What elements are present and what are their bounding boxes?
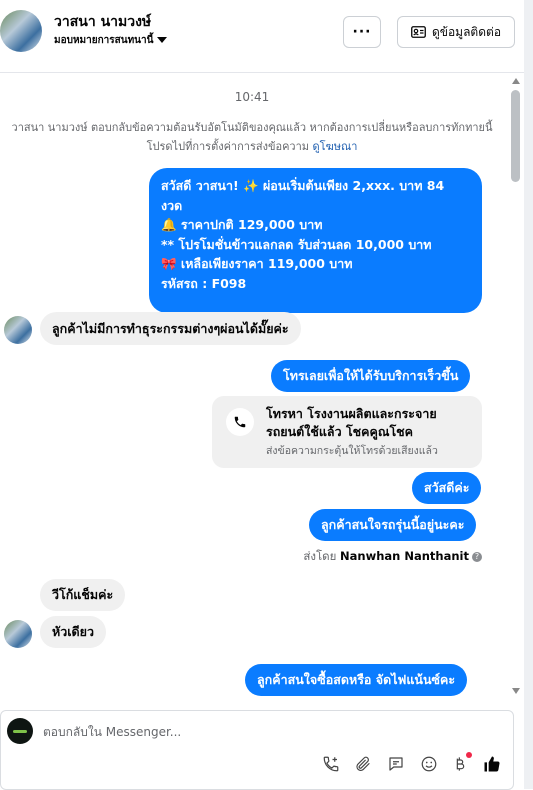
promo-line: 🔔 ราคาปกติ 129,000 บาท	[161, 217, 323, 232]
right-edge	[524, 0, 533, 789]
auto-reply-notice: วาสนา นามวงษ์ ตอบกลับข้อความต้อนรับอัตโน…	[0, 118, 504, 156]
view-contact-label: ดูข้อมูลติดต่อ	[431, 24, 502, 39]
incoming-message[interactable]: ลูกค้าไม่มีการทำธุระกรรมต่างๆผ่อนได้มั๊ย…	[40, 312, 301, 345]
contact-card-icon	[411, 26, 426, 38]
promo-line: 🎀 เหลือเพียงราคา 119,000 บาท	[161, 256, 353, 271]
phone-plus-icon[interactable]	[320, 753, 342, 775]
thumbs-up-icon[interactable]	[481, 753, 503, 775]
incoming-message[interactable]: วีโก้แช็มค่ะ	[40, 579, 126, 611]
scroll-up-arrow[interactable]	[512, 78, 520, 84]
outgoing-message[interactable]: ลูกค้าสนใจซื้อสดหรือ จัดไฟแน้นซ์คะ	[245, 664, 468, 696]
contact-avatar-small[interactable]	[4, 620, 32, 648]
notification-dot	[466, 752, 472, 758]
view-contact-button[interactable]: ดูข้อมูลติดต่อ	[397, 16, 515, 48]
more-options-button[interactable]: ···	[343, 16, 381, 48]
message-composer: ตอบกลับใน Messenger...	[0, 710, 514, 790]
promo-line: งวด	[161, 197, 183, 213]
contact-avatar[interactable]	[0, 10, 42, 52]
notice-text: วาสนา นามวงษ์ ตอบกลับข้อความต้อนรับอัตโน…	[11, 121, 493, 153]
reply-input[interactable]: ตอบกลับใน Messenger...	[43, 723, 181, 742]
outgoing-promo-message[interactable]: สวัสดี วาสนา! ✨ ผ่อนเริ่มต้นเพียง 2,xxx.…	[149, 168, 482, 313]
page-avatar	[7, 718, 33, 744]
message-timestamp: 10:41	[234, 90, 270, 104]
assign-label: มอบหมายการสนทนานี้	[54, 35, 154, 46]
promo-line: ** โปรโมชั่นข้าวแลกลด รับส่วนลด 10,000 บ…	[161, 236, 432, 252]
saved-reply-icon[interactable]	[385, 753, 407, 775]
help-icon[interactable]: ?	[472, 551, 482, 562]
outgoing-message[interactable]: ลูกค้าสนใจรถรุ่นนี้อยู่นะคะ	[309, 509, 477, 541]
promo-line: สวัสดี วาสนา! ✨ ผ่อนเริ่มต้นเพียง 2,xxx.…	[161, 178, 445, 193]
call-card-title: โทรหา โรงงานผลิตและกระจายรถยนต์ใช้แล้ว โ…	[266, 406, 437, 439]
call-card-subtitle: ส่งข้อความกระตุ้นให้โทรด้วยเสียงแล้ว	[266, 445, 438, 457]
caret-down-icon	[157, 37, 168, 43]
promo-line: รหัสรถ : F098	[161, 275, 247, 291]
contact-avatar-small[interactable]	[4, 316, 32, 344]
incoming-message[interactable]: หัวเดียว	[40, 616, 106, 648]
emoji-icon[interactable]	[418, 753, 440, 775]
conversation-header: วาสนา นามวงษ์ มอบหมายการสนทนานี้ ··· ดูข…	[0, 0, 524, 73]
sender-name[interactable]: Nanwhan Nanthanit	[340, 549, 469, 563]
outgoing-message[interactable]: สวัสดีค่ะ	[412, 472, 482, 504]
outgoing-message[interactable]: โทรเลยเพื่อให้ได้รับบริการเร็วขึ้น	[271, 360, 471, 392]
assign-conversation-dropdown[interactable]: มอบหมายการสนทนานี้	[54, 33, 168, 48]
contact-name[interactable]: วาสนา นามวงษ์	[54, 11, 151, 33]
scrollbar-thumb[interactable]	[511, 90, 520, 182]
scroll-down-arrow[interactable]	[512, 688, 520, 694]
paperclip-icon[interactable]	[352, 753, 374, 775]
view-ad-link[interactable]: ดูโฆษณา	[313, 140, 358, 153]
call-request-card[interactable]: โทรหา โรงงานผลิตและกระจายรถยนต์ใช้แล้ว โ…	[212, 396, 482, 468]
phone-icon	[226, 408, 254, 436]
sent-by-prefix: ส่งโดย	[303, 549, 337, 563]
sent-by-label: ส่งโดย Nanwhan Nanthanit?	[300, 548, 482, 566]
